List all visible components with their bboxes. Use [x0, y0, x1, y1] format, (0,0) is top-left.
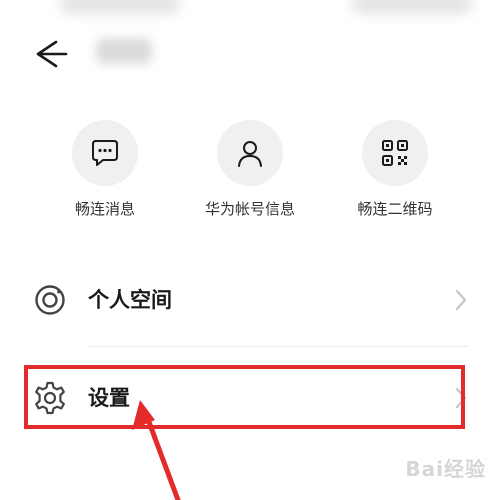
quick-action-message[interactable]: 畅连消息 — [35, 120, 175, 219]
quick-action-account-info-label: 华为帐号信息 — [204, 200, 295, 218]
status-bar-blur-right — [352, 0, 472, 14]
quick-action-qr-code-label: 畅连二维码 — [357, 200, 433, 218]
personal-space-icon — [35, 285, 65, 315]
status-bar-blur-left — [60, 0, 180, 14]
chevron-right-icon — [455, 289, 467, 311]
menu-item-personal-space[interactable]: 个人空间 — [0, 270, 500, 330]
menu-divider — [88, 346, 468, 347]
qr-code-icon — [382, 140, 408, 166]
quick-action-qr-code[interactable]: 畅连二维码 — [325, 120, 465, 219]
back-button[interactable] — [30, 36, 70, 72]
chat-bubble-icon — [92, 140, 118, 166]
back-arrow-icon — [36, 40, 68, 68]
personal-space-label: 个人空间 — [88, 288, 172, 312]
user-icon — [238, 141, 262, 167]
quick-action-message-label: 畅连消息 — [74, 200, 135, 218]
settings-highlight-box — [24, 365, 465, 429]
quick-action-account-info[interactable]: 华为帐号信息 — [180, 120, 320, 219]
contact-name-blurred — [96, 38, 152, 64]
baidu-watermark: Bai经验 — [405, 457, 486, 481]
